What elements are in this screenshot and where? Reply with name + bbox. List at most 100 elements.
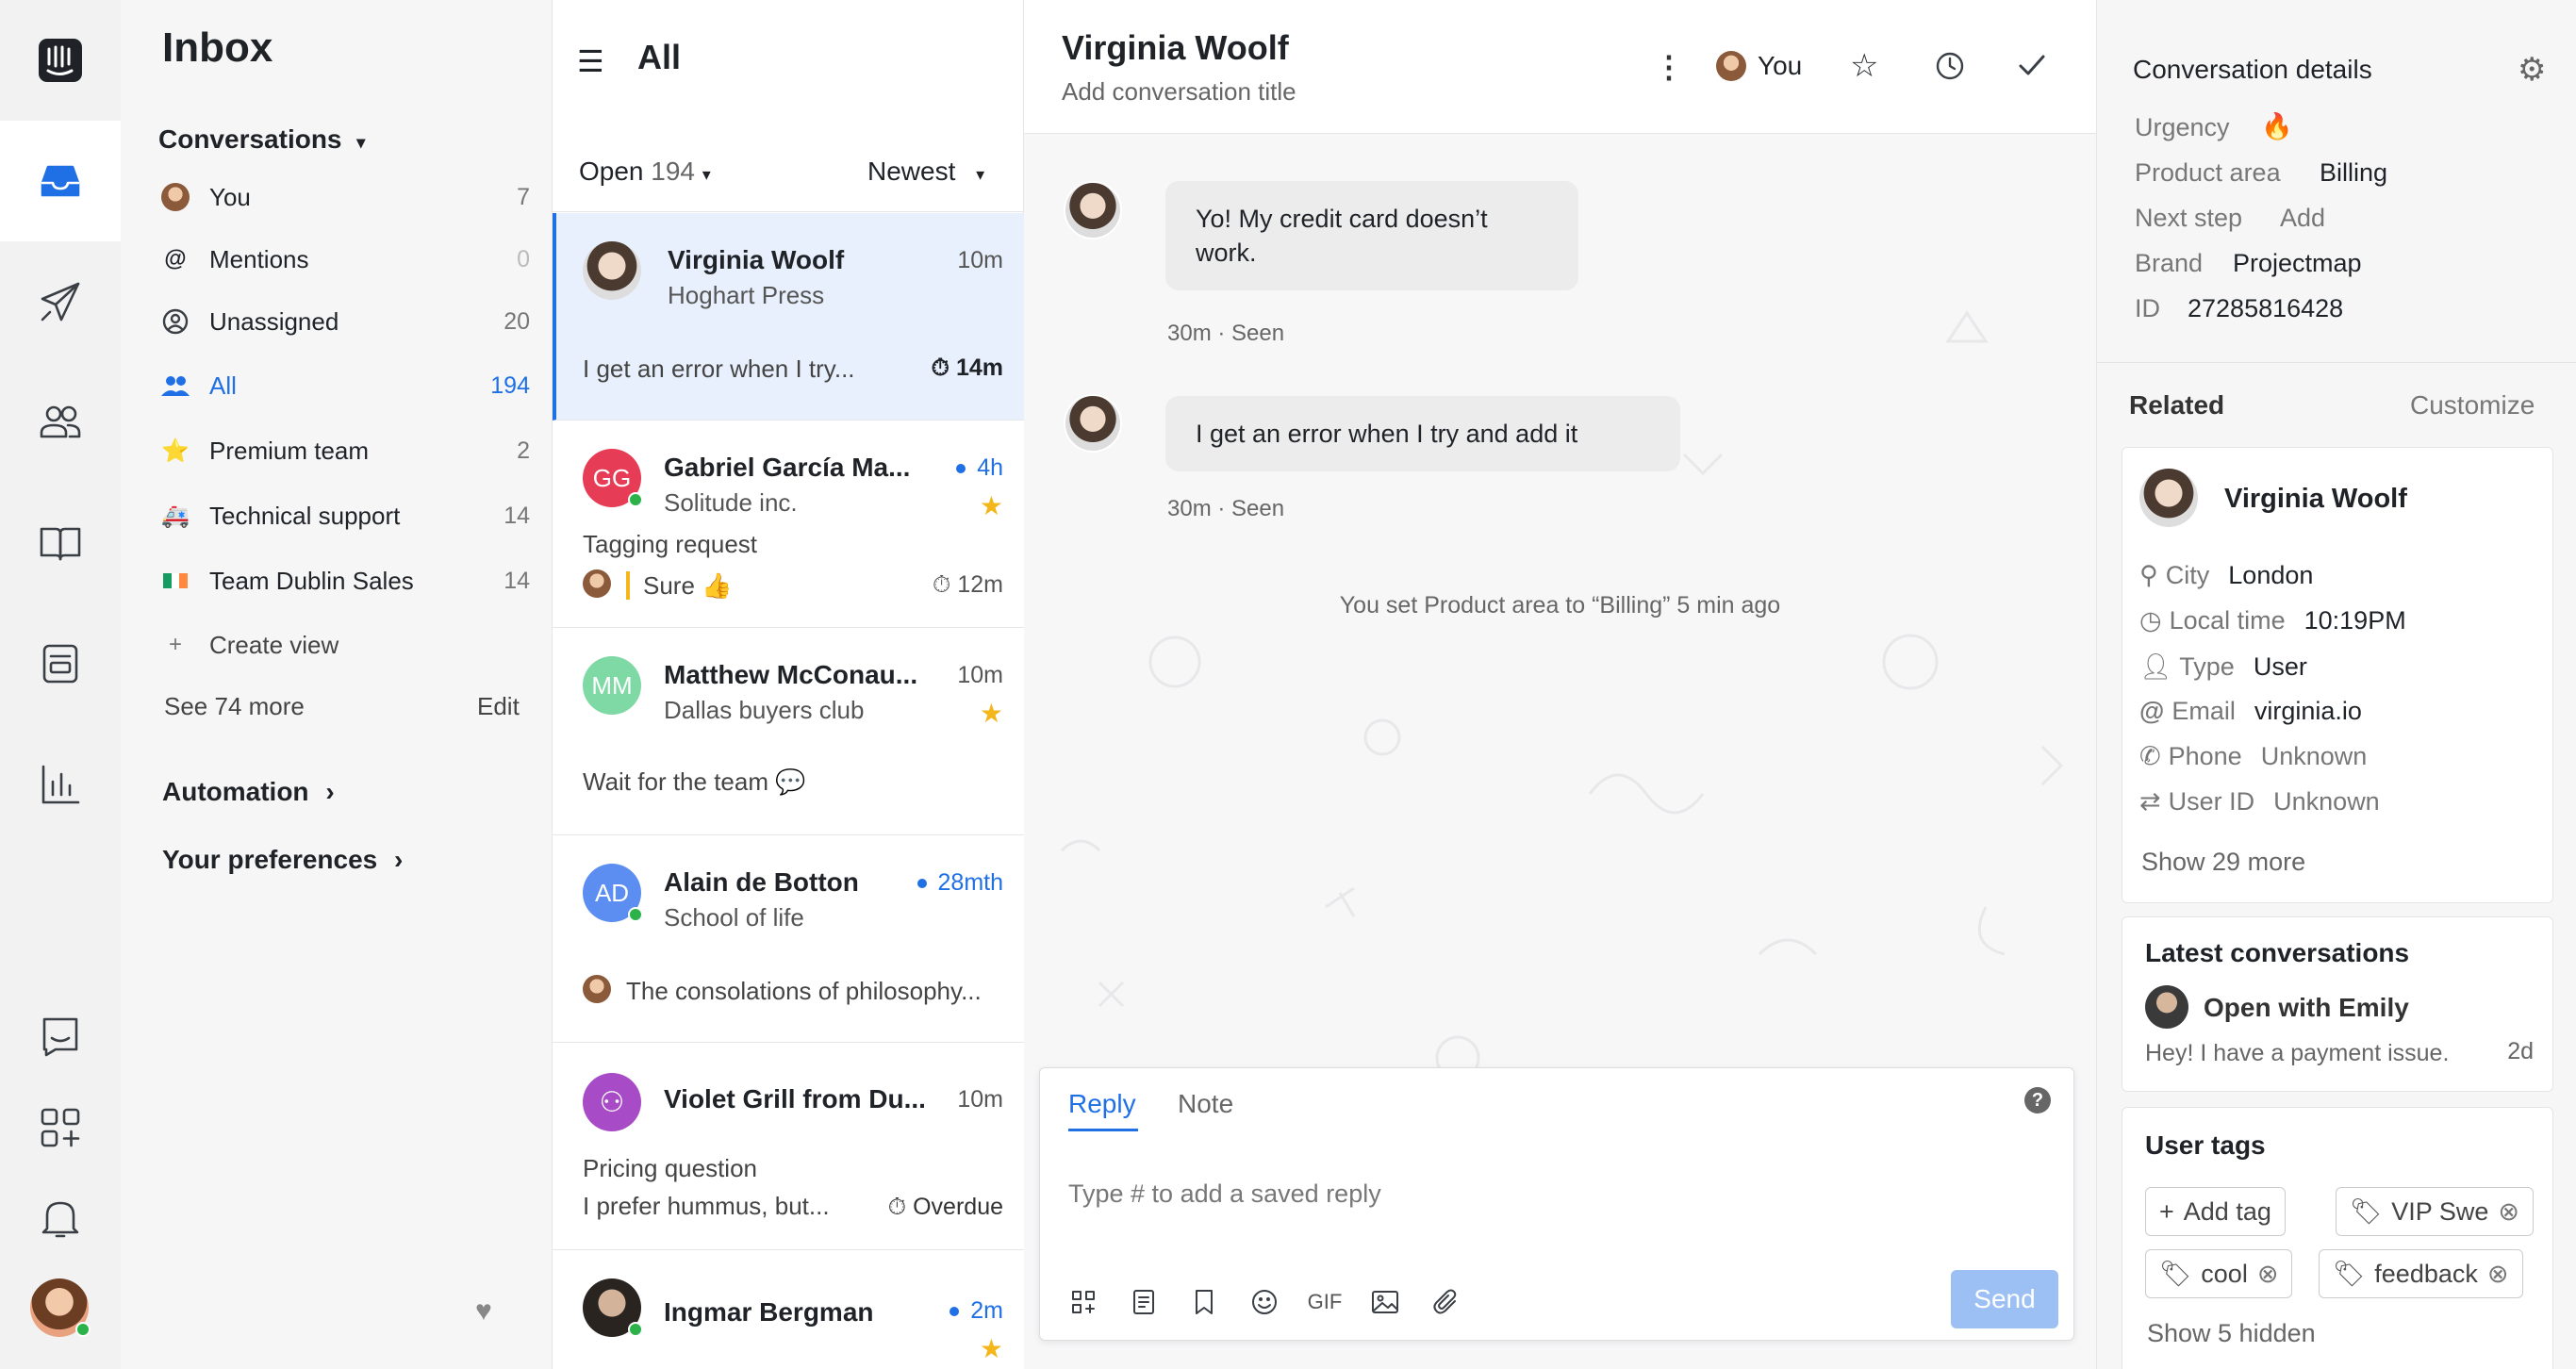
avatar xyxy=(158,180,192,214)
conversation-card[interactable]: AD Alain de Botton School of life 28mth … xyxy=(553,835,1024,1043)
conversation-card[interactable]: GG Gabriel García Ma... Solitude inc. 4h… xyxy=(553,421,1024,628)
active-tab-indicator xyxy=(1068,1129,1138,1131)
tag-chip[interactable]: 🏷︎ cool ⊗ xyxy=(2145,1249,2293,1298)
sidebar-item-you[interactable]: You 7 xyxy=(158,173,530,221)
details-panel: Conversation details ⚙ Urgency 🔥 Product… xyxy=(2096,0,2576,1369)
product-area-value[interactable]: Billing xyxy=(2320,158,2387,188)
row-label: Local time xyxy=(2169,606,2286,635)
automation-section[interactable]: Automation › xyxy=(162,777,335,807)
avatar xyxy=(2139,469,2198,527)
send-button[interactable]: Send xyxy=(1951,1270,2058,1328)
card-snippet: Sure 👍 xyxy=(643,571,733,600)
ireland-flag-icon xyxy=(158,564,192,598)
tab-reply[interactable]: Reply xyxy=(1068,1089,1136,1119)
conversations-section[interactable]: Conversations ▾ xyxy=(158,124,365,155)
conversation-card[interactable]: MM Matthew McConau... Dallas buyers club… xyxy=(553,628,1024,835)
message-bubble: I get an error when I try and add it xyxy=(1165,396,1680,471)
avatar xyxy=(583,975,611,1003)
conversation-card[interactable]: Virginia Woolf Hoghart Press 10m I get a… xyxy=(553,213,1024,421)
articles-icon[interactable] xyxy=(28,511,92,575)
star-icon: ★ xyxy=(979,1334,1003,1363)
contact-row-user-id: ⇄ User ID Unknown xyxy=(2139,787,2380,816)
inbox-icon[interactable] xyxy=(28,149,92,213)
intercom-logo[interactable] xyxy=(28,28,92,92)
contact-name[interactable]: Virginia Woolf xyxy=(2224,484,2407,515)
outbound-icon[interactable] xyxy=(28,270,92,334)
urgency-value[interactable]: 🔥 xyxy=(2261,111,2293,141)
attachment-icon[interactable] xyxy=(1427,1283,1464,1321)
contacts-icon[interactable] xyxy=(28,390,92,454)
sidebar-title: Inbox xyxy=(162,25,273,71)
more-options-icon[interactable]: ⋮ xyxy=(1654,49,1684,85)
row-label: City xyxy=(2165,561,2210,589)
sidebar-item-mentions[interactable]: @ Mentions 0 xyxy=(158,236,530,283)
sidebar-item-all[interactable]: All 194 xyxy=(158,362,530,409)
sidebar-item-count: 194 xyxy=(490,371,530,399)
latest-item-title[interactable]: Open with Emily xyxy=(2204,993,2409,1023)
article-icon[interactable] xyxy=(1125,1283,1163,1321)
see-more-link[interactable]: See 74 more xyxy=(164,692,305,721)
snooze-icon[interactable] xyxy=(1935,51,1965,86)
sidebar-item-count: 0 xyxy=(517,245,530,272)
sort-dropdown[interactable]: Newest ▾ xyxy=(867,157,984,187)
customize-link[interactable]: Customize xyxy=(2410,390,2535,421)
reports-icon[interactable] xyxy=(28,752,92,816)
help-icon[interactable]: ? xyxy=(2024,1087,2051,1113)
tag-icon: 🏷︎ xyxy=(2350,1197,2383,1226)
sidebar-item-unassigned[interactable]: Unassigned 20 xyxy=(158,298,530,345)
company-name: School of life xyxy=(664,903,804,932)
remove-tag-icon[interactable]: ⊗ xyxy=(2498,1197,2519,1227)
attr-label: Urgency xyxy=(2135,113,2230,141)
contact-row-email: @ Email virginia.io xyxy=(2139,697,2362,726)
status-filter[interactable]: Open 194 ▾ xyxy=(579,157,711,187)
edit-link[interactable]: Edit xyxy=(477,692,520,721)
conversation-card[interactable]: ⚇ Violet Grill from Du... 10m Pricing qu… xyxy=(553,1043,1024,1250)
sidebar-item-team-dublin-sales[interactable]: Team Dublin Sales 14 xyxy=(158,557,530,604)
heart-icon[interactable]: ♥ xyxy=(475,1295,492,1328)
show-hidden-link[interactable]: Show 5 hidden xyxy=(2147,1319,2316,1348)
reports-docs-icon[interactable] xyxy=(28,632,92,696)
conversation-card[interactable]: Ingmar Bergman 2m ★ xyxy=(553,1250,1024,1369)
remove-tag-icon[interactable]: ⊗ xyxy=(2257,1260,2279,1289)
card-time-value: 28mth xyxy=(937,869,1003,896)
assignee-button[interactable]: You xyxy=(1716,51,1802,81)
show-more-link[interactable]: Show 29 more xyxy=(2141,848,2305,877)
avatar xyxy=(2145,985,2188,1029)
tag-chip[interactable]: 🏷︎ VIP Swe ⊗ xyxy=(2336,1187,2534,1236)
company-name: Hoghart Press xyxy=(668,281,825,309)
create-view-button[interactable]: + Create view xyxy=(158,621,530,668)
contact-name: Alain de Botton xyxy=(664,867,859,897)
sidebar-item-label: Mentions xyxy=(209,244,309,273)
remove-tag-icon[interactable]: ⊗ xyxy=(2487,1260,2509,1289)
sidebar-item-technical-support[interactable]: 🚑 Technical support 14 xyxy=(158,492,530,539)
conversation-title-input[interactable]: Add conversation title xyxy=(1062,77,1296,107)
tag-chip[interactable]: 🏷︎ feedback ⊗ xyxy=(2319,1249,2523,1298)
avatar: GG xyxy=(583,449,643,507)
reply-input[interactable]: Type # to add a saved reply xyxy=(1068,1179,1381,1209)
apps-icon[interactable] xyxy=(28,1096,92,1160)
add-tag-button[interactable]: + Add tag xyxy=(2145,1187,2286,1236)
preferences-section[interactable]: Your preferences › xyxy=(162,845,403,875)
user-avatar[interactable] xyxy=(30,1278,91,1337)
brand-value[interactable]: Projectmap xyxy=(2233,249,2362,278)
apps-icon[interactable] xyxy=(1065,1283,1102,1321)
gif-button[interactable]: GIF xyxy=(1306,1283,1344,1321)
conversations-label: Conversations xyxy=(158,124,342,154)
sidebar-item-label: You xyxy=(209,182,251,211)
messenger-icon[interactable] xyxy=(28,1005,92,1069)
bookmark-icon[interactable] xyxy=(1185,1283,1223,1321)
emoji-icon[interactable] xyxy=(1246,1283,1283,1321)
sidebar-item-premium-team[interactable]: ⭐ Premium team 2 xyxy=(158,427,530,474)
tab-note[interactable]: Note xyxy=(1178,1089,1233,1119)
next-step-value[interactable]: Add xyxy=(2280,204,2325,233)
id-value: 27285816428 xyxy=(2188,294,2344,322)
close-conversation-icon[interactable] xyxy=(2016,49,2048,86)
chevron-down-icon: ▾ xyxy=(356,133,366,152)
image-icon[interactable] xyxy=(1366,1283,1404,1321)
notifications-icon[interactable] xyxy=(28,1186,92,1250)
chevron-down-icon: ▾ xyxy=(702,165,711,184)
row-value[interactable]: virginia.io xyxy=(2254,697,2362,726)
menu-icon[interactable]: ☰ xyxy=(577,43,604,79)
star-icon[interactable]: ☆ xyxy=(1850,47,1878,85)
gear-icon[interactable]: ⚙ xyxy=(2518,51,2546,89)
